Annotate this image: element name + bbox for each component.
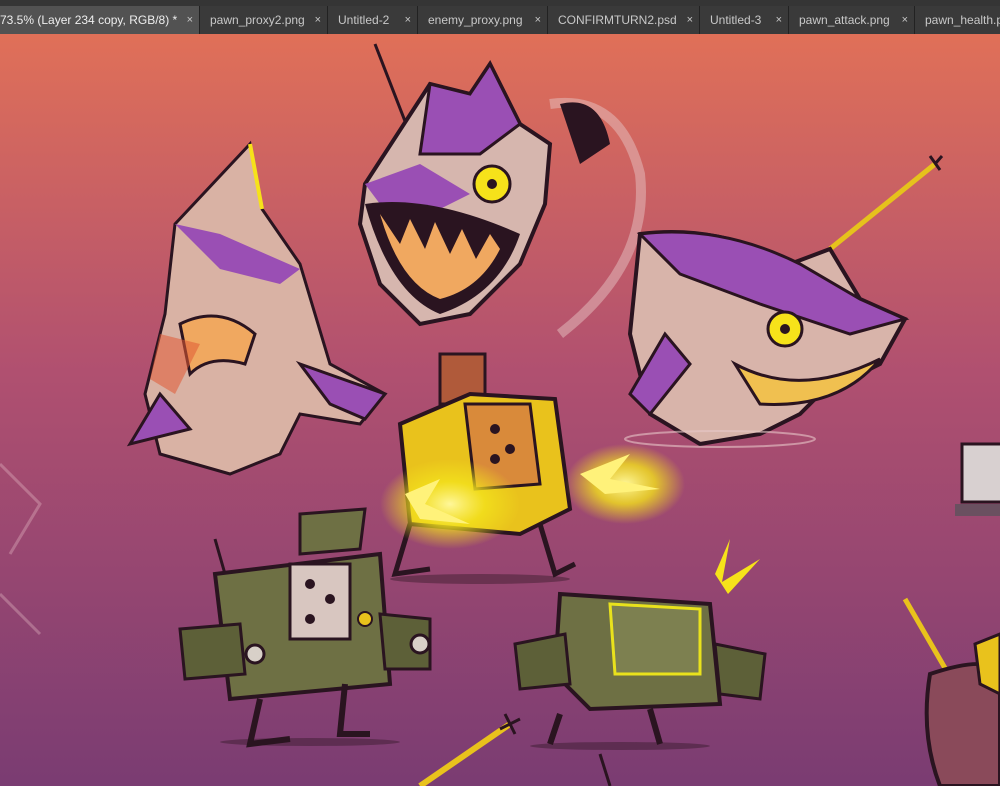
tab-label: Untitled-2 <box>338 13 390 27</box>
tab-pawn-attack[interactable]: pawn_attack.png × <box>789 6 915 34</box>
close-icon[interactable]: × <box>535 6 541 34</box>
tab-label: CONFIRMTURN2.psd <box>558 13 677 27</box>
artwork-canvas <box>0 34 1000 786</box>
tab-untitled-3[interactable]: Untitled-3 × <box>700 6 789 34</box>
close-icon[interactable]: × <box>902 6 908 34</box>
close-icon[interactable]: × <box>187 6 193 34</box>
tab-label: pawn_health.p <box>925 13 1000 27</box>
close-icon[interactable]: × <box>405 6 411 34</box>
tab-label: 73.5% (Layer 234 copy, RGB/8) * <box>0 13 178 27</box>
tab-pawn-proxy2[interactable]: pawn_proxy2.png × <box>200 6 328 34</box>
tab-enemy-proxy[interactable]: enemy_proxy.png × <box>418 6 548 34</box>
tab-label: pawn_attack.png <box>799 13 890 27</box>
document-tab-bar: 73.5% (Layer 234 copy, RGB/8) * × pawn_p… <box>0 0 1000 34</box>
tab-pawn-health[interactable]: pawn_health.p <box>915 6 1000 34</box>
tab-label: pawn_proxy2.png <box>210 13 305 27</box>
document-canvas[interactable] <box>0 34 1000 786</box>
tab-confirmturn2[interactable]: CONFIRMTURN2.psd × <box>548 6 700 34</box>
photoshop-window: 73.5% (Layer 234 copy, RGB/8) * × pawn_p… <box>0 0 1000 786</box>
tab-label: Untitled-3 <box>710 13 762 27</box>
tab-document-active[interactable]: 73.5% (Layer 234 copy, RGB/8) * × <box>0 6 200 34</box>
close-icon[interactable]: × <box>687 6 693 34</box>
tab-label: enemy_proxy.png <box>428 13 523 27</box>
close-icon[interactable]: × <box>776 6 782 34</box>
close-icon[interactable]: × <box>315 6 321 34</box>
tab-untitled-2[interactable]: Untitled-2 × <box>328 6 418 34</box>
